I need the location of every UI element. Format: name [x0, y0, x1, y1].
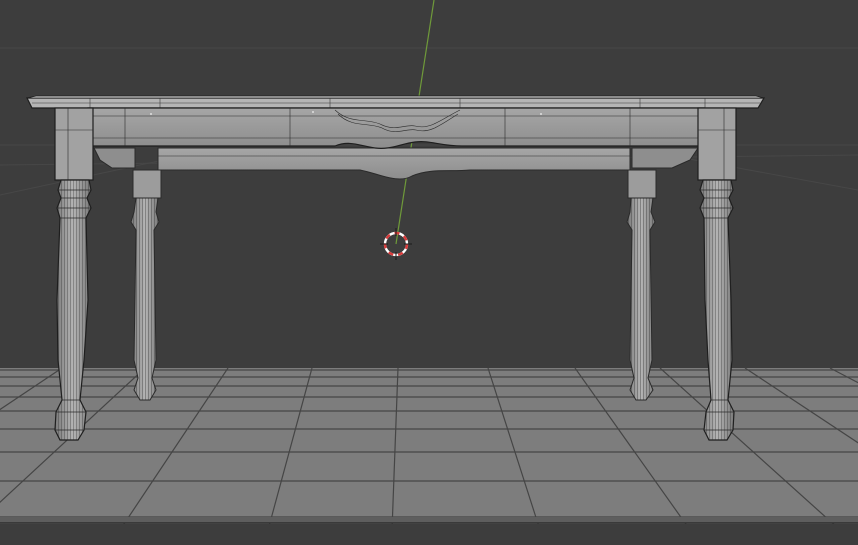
tabletop[interactable] — [26, 95, 766, 109]
viewport-canvas[interactable] — [0, 0, 858, 545]
floor-grid — [0, 367, 858, 545]
back-left-leg[interactable] — [130, 169, 162, 401]
back-right-leg[interactable] — [626, 169, 657, 401]
back-apron[interactable] — [157, 147, 631, 180]
3d-viewport[interactable] — [0, 0, 858, 545]
front-apron[interactable] — [87, 107, 705, 149]
